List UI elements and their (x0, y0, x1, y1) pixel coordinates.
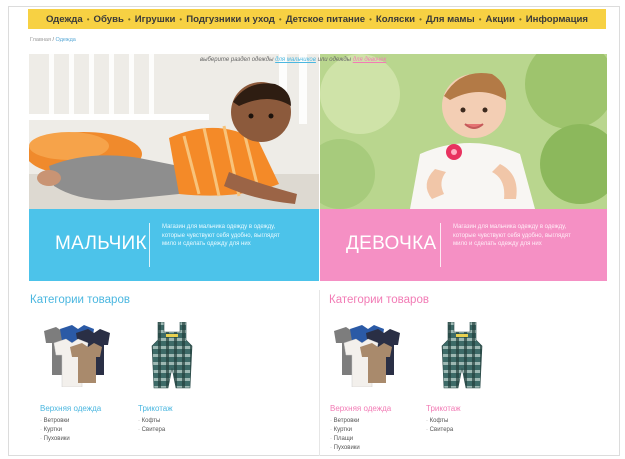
girl-knitwear-title[interactable]: Трикотаж (426, 404, 461, 413)
list-item[interactable]: Куртки (330, 426, 360, 435)
list-item[interactable]: Пуховики (330, 444, 360, 453)
nav-item-information[interactable]: Информация (526, 14, 588, 25)
column-divider (319, 290, 320, 456)
boy-outerwear-title[interactable]: Верхняя одежда (40, 404, 101, 413)
girl-banner[interactable]: ДЕВОЧКА Магазин для мальчика одежду в од… (320, 209, 607, 281)
girl-categories-title: Категории товаров (329, 294, 429, 306)
list-item[interactable]: Ветровки (40, 417, 70, 426)
banner-divider (149, 223, 150, 267)
list-item[interactable]: Ветровки (330, 417, 360, 426)
list-item[interactable]: Плащи (330, 435, 360, 444)
nav-item-toys[interactable]: Игрушки (135, 14, 176, 25)
list-item[interactable]: Свитера (138, 426, 166, 435)
boy-overalls-image[interactable] (150, 322, 194, 390)
boy-hero-photo[interactable] (29, 54, 319, 209)
nav-separator: • (179, 14, 183, 24)
nav-separator: • (369, 14, 372, 24)
list-item[interactable]: Куртки (40, 426, 70, 435)
nav-item-strollers[interactable]: Коляски (376, 14, 415, 25)
boy-banner[interactable]: МАЛЬЧИК Магазин для мальчика одежду в од… (29, 209, 319, 281)
nav-item-promotions[interactable]: Акции (486, 14, 515, 25)
nav-item-for-moms[interactable]: Для мамы (426, 14, 475, 25)
boy-bodysuits-image[interactable] (40, 325, 112, 387)
girls-section-link[interactable]: для девочек (353, 57, 387, 63)
nav-item-shoes[interactable]: Обувь (94, 14, 124, 25)
section-chooser: выберите раздел одежды для мальчиков или… (200, 57, 386, 63)
nav-separator: • (478, 14, 482, 24)
nav-item-diapers[interactable]: Подгузники и уход (186, 14, 275, 25)
nav-item-clothes[interactable]: Одежда (46, 14, 83, 25)
nav-separator: • (86, 14, 90, 24)
boy-photo-illustration (29, 54, 319, 209)
nav-separator: • (518, 14, 522, 24)
chooser-prefix: выберите раздел одежды (200, 57, 274, 63)
nav-separator: • (278, 14, 282, 24)
boy-outerwear-list: Ветровки Куртки Пуховики (40, 417, 70, 444)
list-item[interactable]: Пуховики (40, 435, 70, 444)
girl-knitwear-list: Кофты Свитера (426, 417, 454, 435)
girl-outerwear-list: Ветровки Куртки Плащи Пуховики (330, 417, 360, 453)
list-item[interactable]: Кофты (138, 417, 165, 426)
girl-overalls-image[interactable] (440, 322, 484, 390)
breadcrumb: Главная / Одежда (30, 37, 76, 43)
chooser-middle: или одежды (317, 57, 352, 63)
breadcrumb-current: Одежда (55, 37, 76, 43)
list-item[interactable]: Свитера (426, 426, 454, 435)
nav-separator: • (419, 14, 422, 24)
list-item[interactable]: Кофты (426, 417, 453, 426)
boy-knitwear-title[interactable]: Трикотаж (138, 404, 173, 413)
girl-outerwear-title[interactable]: Верхняя одежда (330, 404, 391, 413)
boy-banner-title[interactable]: МАЛЬЧИК (55, 233, 147, 255)
nav-separator: • (127, 14, 131, 24)
breadcrumb-home[interactable]: Главная (30, 37, 51, 43)
girl-photo-illustration (320, 54, 607, 209)
girl-bodysuits-image[interactable] (330, 325, 402, 387)
banner-divider (440, 223, 441, 267)
nav-item-baby-food[interactable]: Детское питание (286, 14, 365, 25)
boy-banner-text: Магазин для мальчика одежду в одежду, ко… (162, 224, 280, 248)
girl-banner-text: Магазин для мальчика одежду в одежду, ко… (453, 224, 571, 248)
main-navigation: Одежда • Обувь • Игрушки • Подгузники и … (28, 9, 606, 29)
girl-banner-title[interactable]: ДЕВОЧКА (346, 233, 436, 255)
boys-section-link[interactable]: для мальчиков (275, 57, 316, 63)
boy-knitwear-list: Кофты Свитера (138, 417, 166, 435)
girl-hero-photo[interactable] (320, 54, 607, 209)
boy-categories-title: Категории товаров (30, 294, 130, 306)
